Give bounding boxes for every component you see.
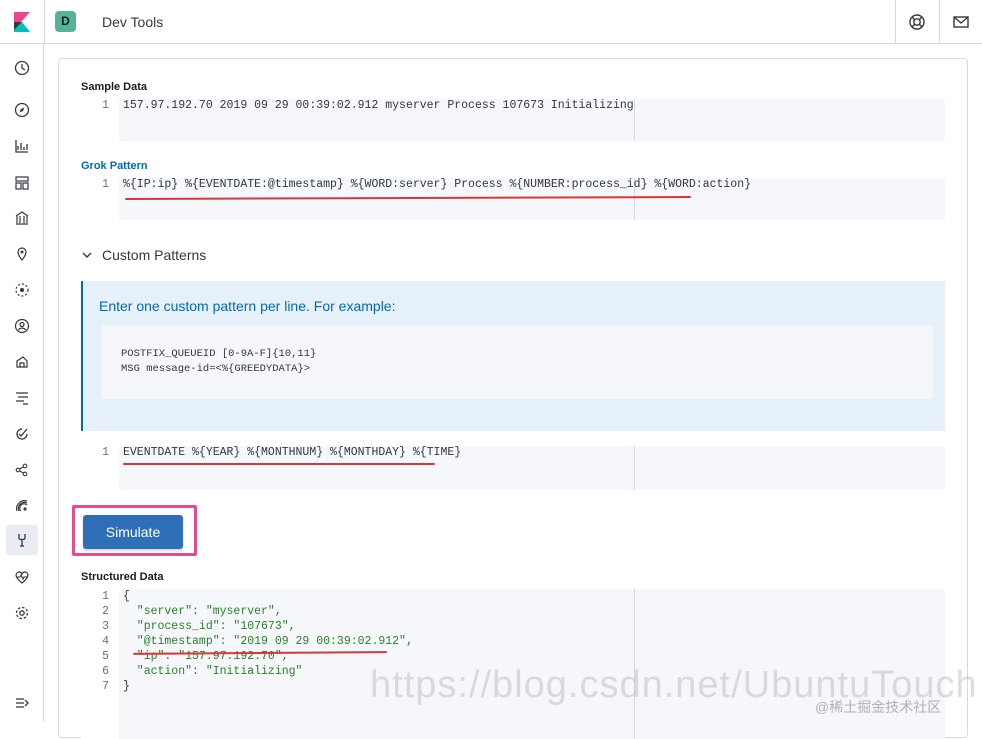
custom-patterns-toggle[interactable]: Custom Patterns <box>81 247 206 263</box>
code-line: "process_id": "107673", <box>123 620 296 633</box>
custom-patterns-label: Custom Patterns <box>102 247 207 263</box>
clock-icon[interactable] <box>11 57 33 79</box>
grok-pattern-label: Grok Pattern <box>81 160 148 172</box>
example-code-block: POSTFIX_QUEUEID [0-9A-F]{10,11} MSG mess… <box>101 325 933 399</box>
code-line: 157.97.192.70 2019 09 29 00:39:02.912 my… <box>123 99 634 112</box>
top-header: D Dev Tools <box>0 0 982 44</box>
line-number: 1 <box>102 178 109 191</box>
ml-icon[interactable] <box>11 279 33 301</box>
code-line: "@timestamp": "2019 09 29 00:39:02.912", <box>123 635 413 648</box>
custom-patterns-editor[interactable]: 1 EVENTDATE %{YEAR} %{MONTHNUM} %{MONTHD… <box>81 446 945 490</box>
canvas-icon[interactable] <box>11 207 33 229</box>
monitoring-icon[interactable] <box>11 566 33 588</box>
apm-icon[interactable] <box>11 387 33 409</box>
line-number: 6 <box>102 665 109 678</box>
code-line: "server": "myserver", <box>123 605 282 618</box>
print-margin <box>634 99 635 141</box>
chevron-down-icon <box>82 252 92 258</box>
code-line: %{IP:ip} %{EVENTDATE:@timestamp} %{WORD:… <box>123 178 752 191</box>
line-number: 5 <box>102 650 109 663</box>
annotation-underline <box>123 463 435 465</box>
watermark-credit: @稀土掘金技术社区 <box>815 699 942 715</box>
line-number: 1 <box>102 590 109 603</box>
simulate-highlight-box: Simulate <box>72 505 197 556</box>
space-avatar[interactable]: D <box>55 11 76 32</box>
code-line: { <box>123 590 130 603</box>
siem-icon[interactable] <box>11 495 33 517</box>
line-number: 1 <box>102 99 109 112</box>
example-line: MSG message-id=<%{GREEDYDATA}> <box>121 363 311 375</box>
code-line: } <box>123 680 130 693</box>
line-number: 7 <box>102 680 109 693</box>
kibana-logo-icon[interactable] <box>0 0 44 44</box>
compass-icon[interactable] <box>11 99 33 121</box>
line-number: 2 <box>102 605 109 618</box>
settings-icon[interactable] <box>11 602 33 624</box>
header-divider <box>895 0 896 44</box>
help-lifebuoy-icon[interactable] <box>906 11 928 33</box>
infrastructure-icon[interactable] <box>11 315 33 337</box>
uptime-icon[interactable] <box>11 423 33 445</box>
visualize-icon[interactable] <box>11 135 33 157</box>
collapse-icon[interactable] <box>11 692 33 714</box>
sample-data-label: Sample Data <box>81 81 148 93</box>
dev-tools-icon[interactable] <box>6 525 38 555</box>
line-number: 4 <box>102 635 109 648</box>
line-number: 3 <box>102 620 109 633</box>
code-line: EVENTDATE %{YEAR} %{MONTHNUM} %{MONTHDAY… <box>123 446 462 459</box>
print-margin <box>634 446 635 490</box>
maps-icon[interactable] <box>11 243 33 265</box>
sample-data-editor[interactable]: 1 157.97.192.70 2019 09 29 00:39:02.912 … <box>81 99 945 141</box>
line-number: 1 <box>102 446 109 459</box>
page-title: Dev Tools <box>102 14 164 30</box>
header-divider <box>939 0 940 44</box>
example-line: POSTFIX_QUEUEID [0-9A-F]{10,11} <box>121 348 317 360</box>
callout-title: Enter one custom pattern per line. For e… <box>99 298 396 314</box>
custom-patterns-help-callout: Enter one custom pattern per line. For e… <box>81 281 945 431</box>
code-line: "action": "Initializing" <box>123 665 303 678</box>
grok-debugger-panel: Sample Data 1 157.97.192.70 2019 09 29 0… <box>58 58 968 739</box>
simulate-button[interactable]: Simulate <box>83 515 183 549</box>
logs-icon[interactable] <box>11 351 33 373</box>
graph-icon[interactable] <box>11 459 33 481</box>
dashboard-icon[interactable] <box>11 172 33 194</box>
side-navigation <box>0 44 44 722</box>
structured-data-label: Structured Data <box>81 571 164 583</box>
mail-icon[interactable] <box>950 11 972 33</box>
header-divider <box>44 0 45 44</box>
